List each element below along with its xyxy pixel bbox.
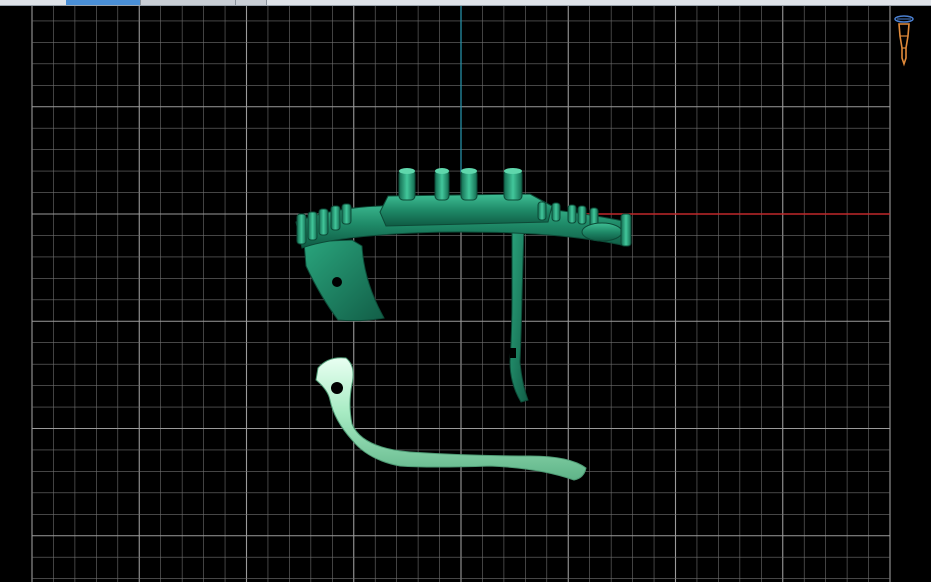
tab-viewport-1[interactable] <box>66 0 141 5</box>
tab-viewport-2[interactable] <box>141 0 236 5</box>
3d-viewport[interactable] <box>0 6 931 582</box>
viewport-canvas[interactable] <box>0 6 931 582</box>
tab-viewport-3[interactable] <box>236 0 267 5</box>
side-plate-part[interactable] <box>303 239 385 322</box>
trigger-lever-part[interactable] <box>315 357 587 481</box>
side-plate-hole <box>332 277 342 287</box>
trigger-blade-slot <box>510 348 516 358</box>
trigger-lever-hole <box>331 382 343 394</box>
view-orientation-gizmo-icon[interactable] <box>893 14 915 68</box>
